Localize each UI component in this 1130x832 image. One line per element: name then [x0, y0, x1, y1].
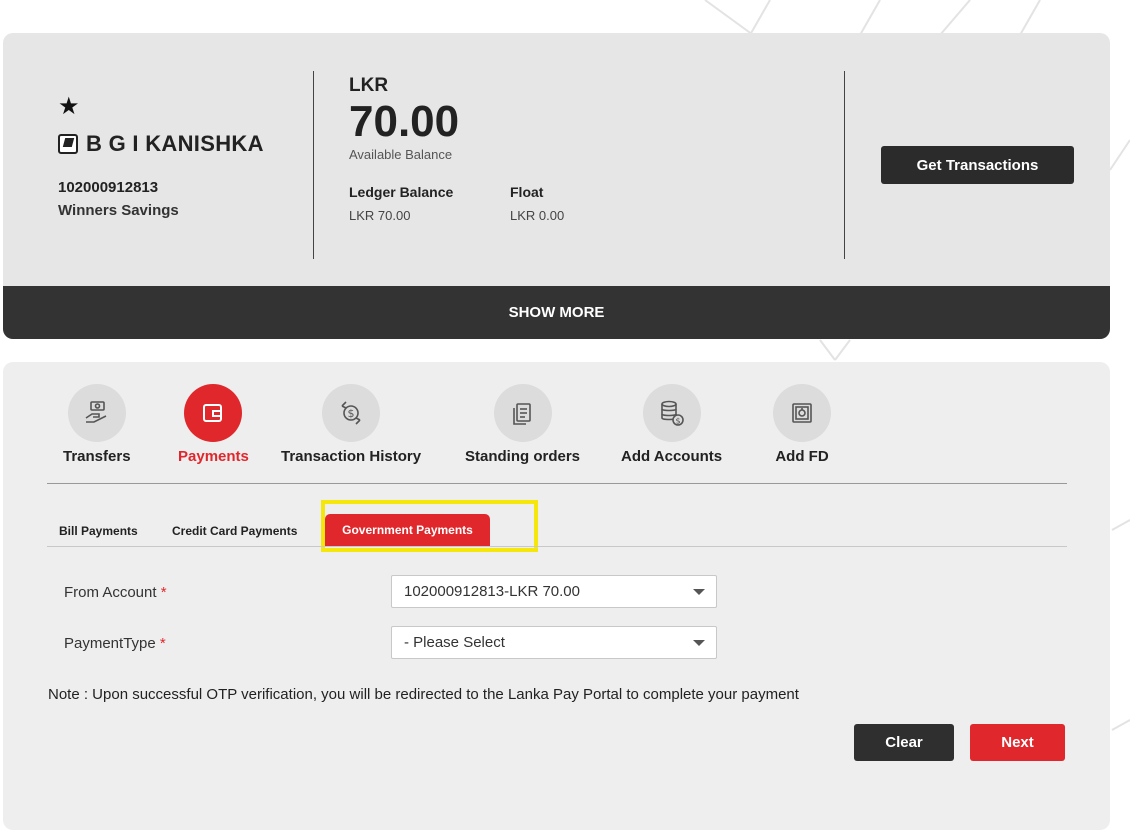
- nav-divider: [47, 483, 1067, 484]
- tab-credit-card-payments[interactable]: Credit Card Payments: [172, 524, 297, 538]
- payment-type-label: PaymentType *: [64, 635, 166, 652]
- nav-label: Transaction History: [281, 448, 422, 465]
- nav-item-add-fd[interactable]: Add FD: [773, 384, 831, 465]
- available-balance-label: Available Balance: [349, 147, 453, 162]
- get-transactions-button[interactable]: Get Transactions: [881, 146, 1074, 184]
- account-name: B G I KANISHKA: [86, 131, 264, 156]
- edit-icon[interactable]: [58, 134, 78, 154]
- nav-label: Add Accounts: [621, 448, 723, 465]
- available-balance: 70.00: [349, 97, 460, 146]
- svg-text:$: $: [348, 407, 355, 420]
- account-number: 102000912813: [58, 179, 159, 196]
- payment-type-value: - Please Select: [404, 634, 505, 651]
- safe-icon: [773, 384, 831, 442]
- nav-item-transfers[interactable]: Transfers: [63, 384, 131, 465]
- tab-bill-payments[interactable]: Bill Payments: [59, 524, 138, 538]
- account-type: Winners Savings: [58, 202, 179, 219]
- nav-item-add-accounts[interactable]: $ Add Accounts: [621, 384, 722, 465]
- nav-label: Add FD: [775, 448, 829, 465]
- account-card: ★ B G I KANISHKA 102000912813 Winners Sa…: [3, 33, 1110, 339]
- from-account-label: From Account *: [64, 584, 167, 601]
- money-transfer-icon: [67, 384, 126, 442]
- star-icon[interactable]: ★: [58, 95, 264, 119]
- balance-section: LKR 70.00 Available Balance Ledger Balan…: [349, 75, 671, 223]
- next-button[interactable]: Next: [970, 724, 1065, 761]
- nav-item-payments[interactable]: Payments: [178, 384, 249, 465]
- chevron-down-icon: [693, 640, 705, 646]
- divider: [844, 71, 845, 259]
- ledger-balance-value: LKR 70.00: [349, 208, 411, 223]
- nav-label: Transfers: [63, 448, 131, 465]
- nav-item-standing-orders[interactable]: Standing orders: [465, 384, 580, 465]
- required-mark: *: [159, 635, 166, 652]
- payment-type-label-text: PaymentType: [64, 635, 156, 652]
- float-label: Float: [510, 184, 544, 200]
- svg-text:$: $: [675, 417, 680, 426]
- wallet-icon: [184, 384, 243, 442]
- nav-label: Payments: [178, 448, 249, 465]
- from-account-label-text: From Account: [64, 584, 157, 601]
- from-account-select[interactable]: 102000912813-LKR 70.00: [391, 575, 717, 608]
- account-info: ★ B G I KANISHKA 102000912813 Winners Sa…: [58, 95, 264, 219]
- required-mark: *: [160, 584, 167, 601]
- payment-type-select[interactable]: - Please Select: [391, 626, 717, 659]
- otp-note: Note : Upon successful OTP verification,…: [48, 686, 799, 703]
- clear-button[interactable]: Clear: [854, 724, 954, 761]
- highlight-annotation: [321, 500, 538, 552]
- chevron-down-icon: [693, 589, 705, 595]
- nav-label: Standing orders: [465, 448, 581, 465]
- payments-panel: Transfers Payments $ Transaction History: [3, 362, 1110, 830]
- from-account-value: 102000912813-LKR 70.00: [404, 583, 580, 600]
- ledger-balance-label: Ledger Balance: [349, 184, 454, 200]
- tab-divider: [47, 546, 1067, 547]
- currency-label: LKR: [349, 75, 389, 96]
- dollar-exchange-icon: $: [322, 384, 381, 442]
- document-icon: [493, 384, 552, 442]
- nav-item-transaction-history[interactable]: $ Transaction History: [281, 384, 421, 465]
- coin-stack-icon: $: [642, 384, 701, 442]
- divider: [313, 71, 314, 259]
- show-more-button[interactable]: SHOW MORE: [3, 286, 1110, 339]
- float-value: LKR 0.00: [510, 208, 565, 223]
